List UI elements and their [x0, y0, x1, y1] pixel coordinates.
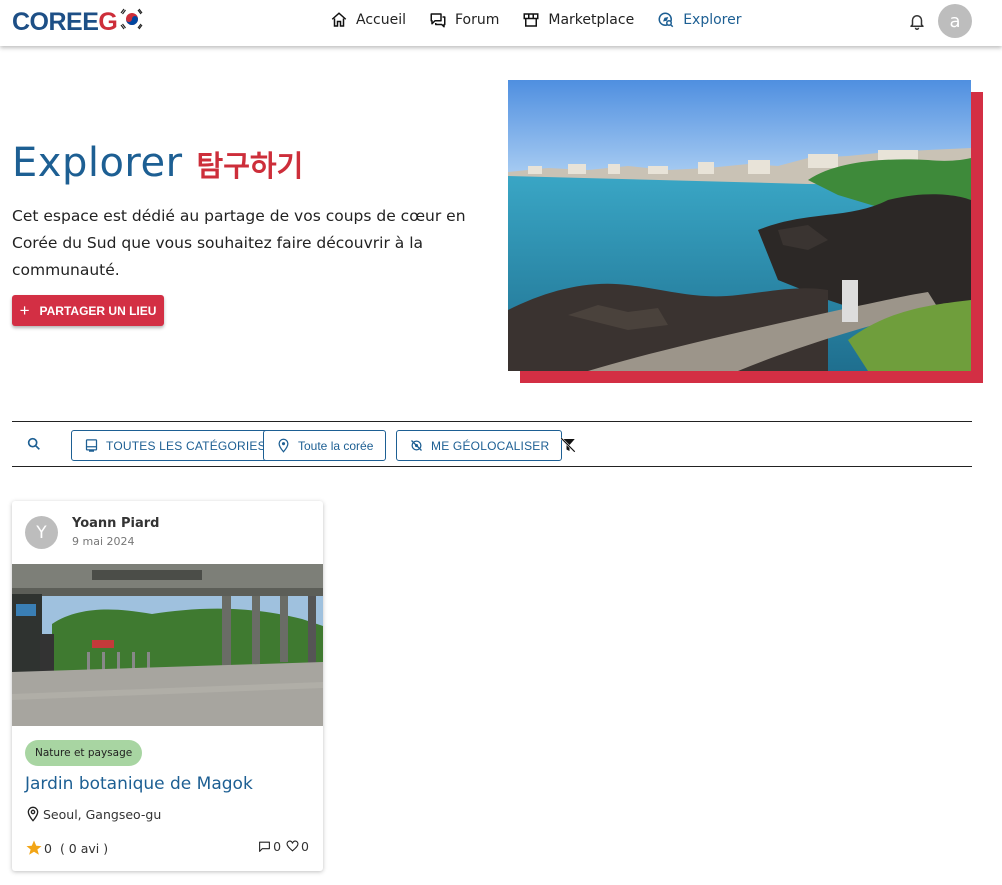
filter-bar: TOUTES LES CATÉGORIES Toute la corée ME … — [12, 421, 972, 467]
nav-label: Explorer — [683, 12, 742, 28]
place-image[interactable] — [12, 564, 323, 726]
hero-image-coast — [508, 80, 971, 371]
page-title-korean: 탐구하기 — [196, 149, 304, 183]
korean-flag-icon — [120, 8, 143, 30]
category-chip[interactable]: Nature et paysage — [25, 740, 143, 766]
category-filter-button[interactable]: TOUTES LES CATÉGORIES — [71, 430, 279, 461]
explore-icon — [658, 12, 674, 28]
place-title-link[interactable]: Jardin botanique de Magok — [25, 774, 253, 794]
nav-item-explorer[interactable]: Explorer — [657, 10, 741, 30]
author-name: Yoann Piard — [72, 516, 160, 531]
location-off-icon — [411, 440, 422, 451]
region-filter-label: Toute la corée — [298, 438, 374, 453]
place-location-text: Seoul, Gangseo-gu — [43, 806, 162, 822]
share-place-label: PARTAGER UN LIEU — [39, 303, 157, 318]
page-description: Cet espace est dédié au partage de vos c… — [12, 207, 466, 279]
comments-stat[interactable]: 0 — [258, 839, 281, 854]
search-icon[interactable] — [26, 436, 42, 452]
forum-icon — [430, 13, 446, 28]
location-pin-icon — [278, 438, 289, 453]
nav-label: Forum — [455, 12, 500, 28]
nav-item-forum[interactable]: Forum — [429, 10, 499, 30]
nav-item-marketplace[interactable]: Marketplace — [522, 10, 634, 30]
heart-icon — [286, 840, 299, 852]
place-card[interactable]: Y Yoann Piard 9 mai 2024 Nature et paysa… — [12, 501, 323, 871]
likes-stat[interactable]: 0 — [286, 839, 309, 854]
location-pin-icon — [27, 806, 39, 822]
review-count: ( 0 avi ) — [59, 840, 109, 856]
like-count: 0 — [301, 839, 309, 854]
geolocate-button[interactable]: ME GÉOLOCALISER — [396, 430, 563, 461]
author-avatar: Y — [25, 516, 58, 549]
region-filter-button[interactable]: Toute la corée — [263, 430, 387, 461]
nav-item-accueil[interactable]: Accueil — [330, 10, 406, 30]
nav-label: Accueil — [356, 12, 406, 28]
home-icon — [331, 12, 347, 27]
store-icon — [523, 13, 539, 27]
star-icon — [26, 840, 42, 855]
top-navigation-bar: COREEG Accueil Forum Marketplace Explore… — [0, 0, 1002, 46]
category-filter-label: TOUTES LES CATÉGORIES — [106, 438, 266, 453]
comment-icon — [259, 841, 271, 852]
rating-value: 0 — [44, 840, 52, 856]
post-date: 9 mai 2024 — [72, 535, 135, 548]
logo-text: COREE — [12, 7, 99, 36]
page-title: Explorer 탐구하기 — [12, 140, 303, 186]
category-icon — [85, 439, 98, 452]
main-nav: Accueil Forum Marketplace Explorer — [330, 10, 764, 30]
page-title-text: Explorer — [12, 140, 183, 186]
logo-text-accent: G — [98, 7, 118, 36]
share-place-button[interactable]: + PARTAGER UN LIEU — [12, 295, 164, 326]
geolocate-label: ME GÉOLOCALISER — [431, 438, 550, 453]
place-rating[interactable]: 0 ( 0 avi ) — [25, 839, 108, 857]
nav-label: Marketplace — [548, 12, 635, 28]
clear-filters-icon[interactable] — [559, 436, 577, 454]
user-avatar[interactable]: a — [938, 4, 972, 38]
comment-count: 0 — [273, 839, 282, 854]
place-stats: 0 0 — [253, 839, 309, 854]
notification-bell-icon[interactable] — [908, 11, 926, 31]
coreeg-logo[interactable]: COREEG — [12, 8, 145, 36]
plus-icon: + — [19, 300, 30, 320]
place-location: Seoul, Gangseo-gu — [25, 805, 161, 823]
